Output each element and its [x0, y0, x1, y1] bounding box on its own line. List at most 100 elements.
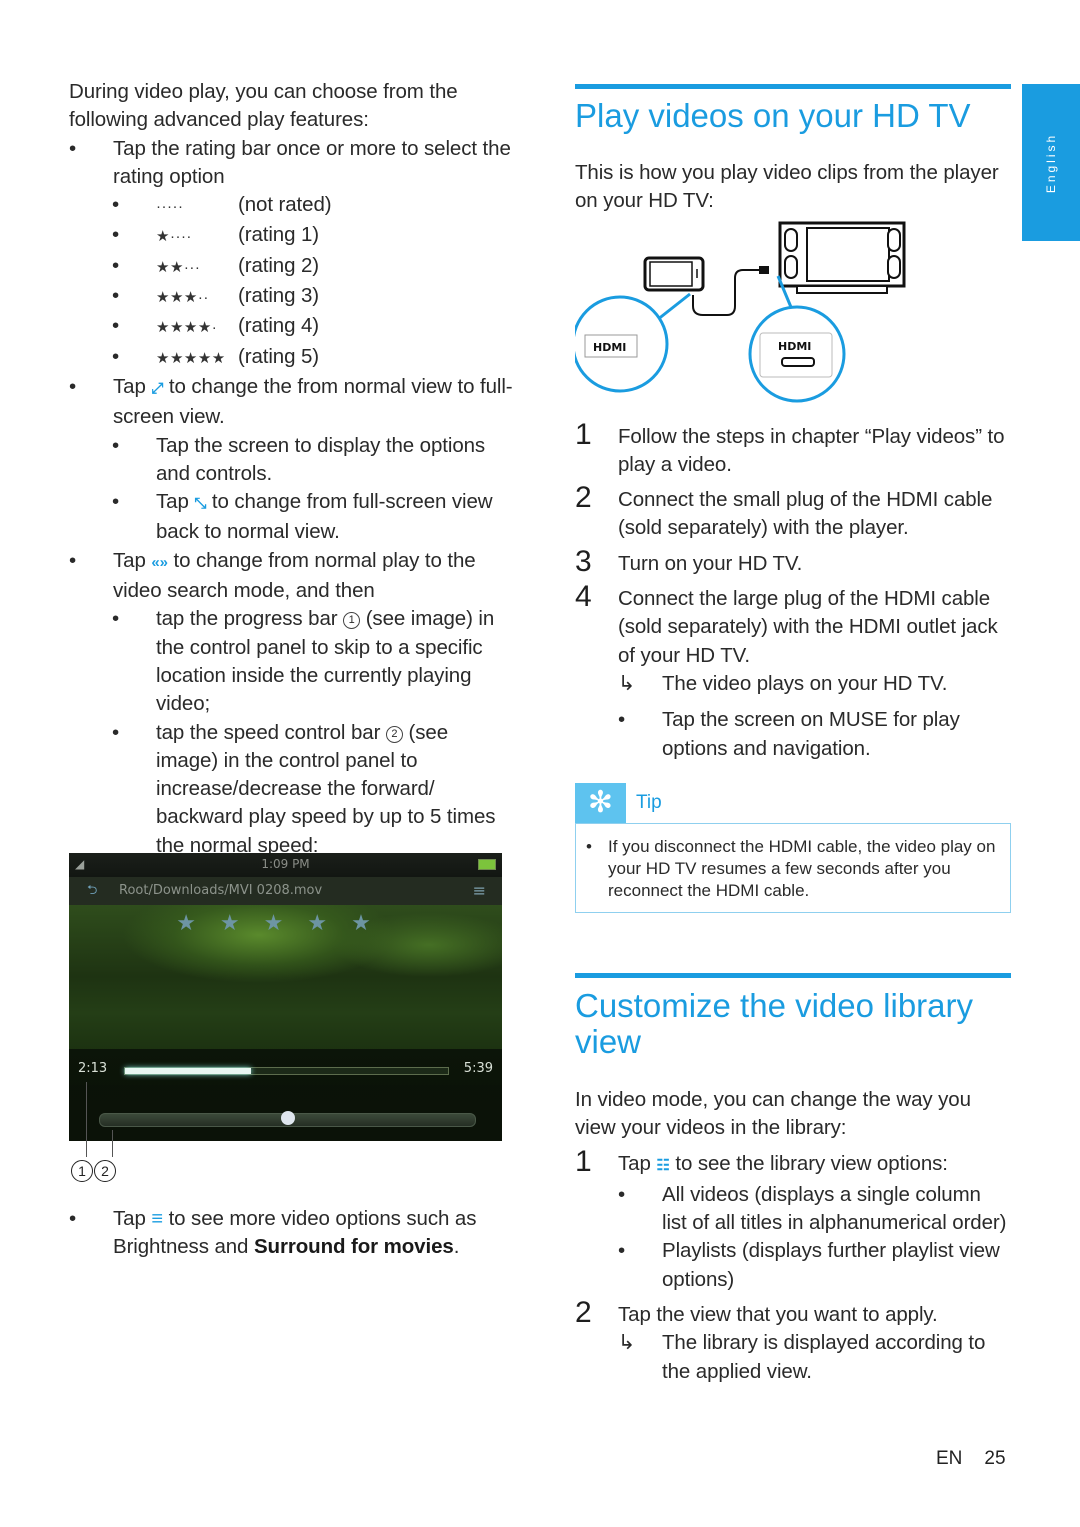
- bullet: •: [586, 836, 592, 856]
- text: Tap: [113, 1207, 146, 1230]
- step-number: 2: [575, 1295, 592, 1329]
- bullet: •: [69, 548, 77, 572]
- rating-stars-icon: ★★···: [156, 258, 201, 276]
- bullet: •: [112, 284, 120, 308]
- rating-label: (rating 3): [238, 284, 320, 308]
- callout-2: 2: [94, 1160, 116, 1182]
- fullscreen-sub-item: • Tap the screen to display the options …: [69, 432, 514, 489]
- right-column: Play videos on your HD TV This is how yo…: [575, 84, 1011, 1386]
- battery-icon: [478, 859, 496, 870]
- callout-line-2: [112, 1130, 113, 1157]
- back-icon[interactable]: ⮌: [87, 877, 97, 905]
- video-player-screenshot: ◢ 1:09 PM ⮌ Root/Downloads/MVI 0208.mov …: [69, 853, 502, 1141]
- rating-item: • ★★★★★ (rating 5): [69, 343, 514, 373]
- text: Tap: [113, 548, 146, 572]
- progress-fill: [125, 1068, 251, 1074]
- left-column: During video play, you can choose from t…: [69, 78, 514, 860]
- rewind-forward-icon: «»: [151, 553, 168, 571]
- text: to change from normal play to the video …: [113, 548, 476, 603]
- tv-icon: [778, 221, 906, 294]
- callout-1: 1: [71, 1160, 93, 1182]
- section-rule: [575, 84, 1011, 89]
- exit-fullscreen-icon: ⤡: [194, 495, 207, 513]
- bullet: •: [618, 1182, 626, 1206]
- intro-text: During video play, you can choose from t…: [69, 80, 458, 132]
- speed-control-bar[interactable]: [99, 1111, 476, 1127]
- option-item: • All videos (displays a single column li…: [575, 1181, 1011, 1238]
- text: to change from full-screen view back to …: [156, 490, 493, 544]
- menu-icon[interactable]: ≡: [473, 877, 486, 905]
- rating-item: • ★★★·· (rating 3): [69, 282, 514, 312]
- control-panel: 2:13 5:39: [69, 1049, 502, 1141]
- step-number: 3: [575, 544, 592, 578]
- library-steps: 1 Tap ☷ to see the library view options:…: [575, 1147, 1011, 1386]
- bold-text: Surround for movies: [253, 1235, 454, 1259]
- rating-bullet: • Tap the rating bar once or more to sel…: [69, 135, 514, 192]
- text: Tap: [618, 1152, 651, 1176]
- step-item: 2 Connect the small plug of the HDMI cabl…: [575, 481, 1011, 543]
- step-result: ↳ The library is displayed according to t…: [575, 1329, 1011, 1386]
- step-number: 1: [575, 417, 592, 451]
- fullscreen-bullet: • Tap ⤢ to change the from normal view t…: [69, 373, 514, 432]
- step-item: 2 Tap the view that you want to apply.: [575, 1295, 1011, 1329]
- bullet: •: [618, 1239, 626, 1263]
- bullet: •: [69, 1207, 77, 1230]
- rating-item: • ★★★★· (rating 4): [69, 312, 514, 342]
- tip-asterisk-icon: ✻: [575, 782, 626, 823]
- text: to see the library view options:: [675, 1152, 948, 1176]
- option-text: All videos (displays a single column lis…: [662, 1182, 1007, 1235]
- section-intro: This is how you play video clips from th…: [575, 161, 999, 213]
- rating-label: (rating 4): [238, 314, 320, 338]
- rating-bullet-text: Tap the rating bar once or more to selec…: [113, 136, 511, 188]
- options-bullet-block: • Tap ≡ to see more video options such a…: [69, 1205, 514, 1262]
- rating-bar[interactable]: ★★★★★: [69, 905, 502, 943]
- magnifier-left: HDMI: [575, 292, 691, 393]
- step-text: Tap the view that you want to apply.: [618, 1302, 938, 1326]
- bullet: •: [112, 720, 120, 744]
- speed-knob[interactable]: [280, 1111, 295, 1125]
- bullet: •: [112, 344, 120, 368]
- rating-stars-icon: ★····: [156, 228, 192, 246]
- steps-list: 1 Follow the steps in chapter “Play video…: [575, 417, 1011, 763]
- hdmi-label-right: HDMI: [778, 340, 811, 353]
- page-number: 25: [984, 1448, 1006, 1469]
- rating-label: (not rated): [238, 193, 332, 217]
- text: tap the progress bar: [156, 607, 338, 631]
- options-bullet: • Tap ≡ to see more video options such a…: [69, 1205, 514, 1262]
- tip-header: ✻ Tip: [575, 782, 1011, 823]
- text: Tap the screen to display the options an…: [156, 433, 486, 485]
- rating-list: • ····· (not rated) • ★···· (rating 1) • ★★··…: [69, 191, 514, 373]
- note-text: Tap the screen on MUSE for play options …: [662, 708, 960, 760]
- option-item: • Playlists (displays further playlist vi…: [575, 1237, 1011, 1294]
- total-time: 5:39: [463, 1061, 493, 1076]
- bullet: •: [112, 253, 120, 277]
- step-text: Turn on your HD TV.: [618, 551, 803, 575]
- bullet: •: [112, 607, 120, 631]
- tip-label: Tip: [636, 791, 662, 813]
- bullet: •: [112, 223, 120, 247]
- language-label: English: [1044, 132, 1058, 193]
- player-icon: [643, 256, 705, 292]
- page-footer: EN 25: [936, 1448, 1006, 1470]
- menu-icon: ≡: [151, 1208, 163, 1230]
- rating-label: (rating 2): [238, 253, 320, 277]
- callout-1-icon: 1: [343, 612, 361, 630]
- tip-box: • If you disconnect the HDMI cable, the v…: [575, 822, 1011, 913]
- text: Tap: [113, 374, 146, 398]
- section-title-library-view: Customize the video library view: [575, 986, 973, 1060]
- clock: 1:09 PM: [261, 857, 310, 871]
- rating-stars-icon: ·····: [156, 198, 184, 216]
- bullet: •: [112, 490, 120, 514]
- signal-icon: ◢: [75, 857, 85, 871]
- bullet: •: [69, 136, 77, 160]
- hdmi-label-left: HDMI: [593, 341, 626, 354]
- progress-bar[interactable]: [124, 1067, 449, 1075]
- step-item: 4 Connect the large plug of the HDMI cabl…: [575, 581, 1011, 670]
- language-tab: English: [1022, 84, 1080, 241]
- step-number: 2: [575, 481, 592, 515]
- tip-text: If you disconnect the HDMI cable, the vi…: [608, 836, 996, 900]
- rating-stars-icon: ★★★··: [156, 289, 209, 307]
- search-bullet: • Tap «» to change from normal play to t…: [69, 547, 514, 606]
- text: tap the speed control bar: [156, 720, 381, 744]
- text: to change the from normal view to full-s…: [113, 374, 513, 429]
